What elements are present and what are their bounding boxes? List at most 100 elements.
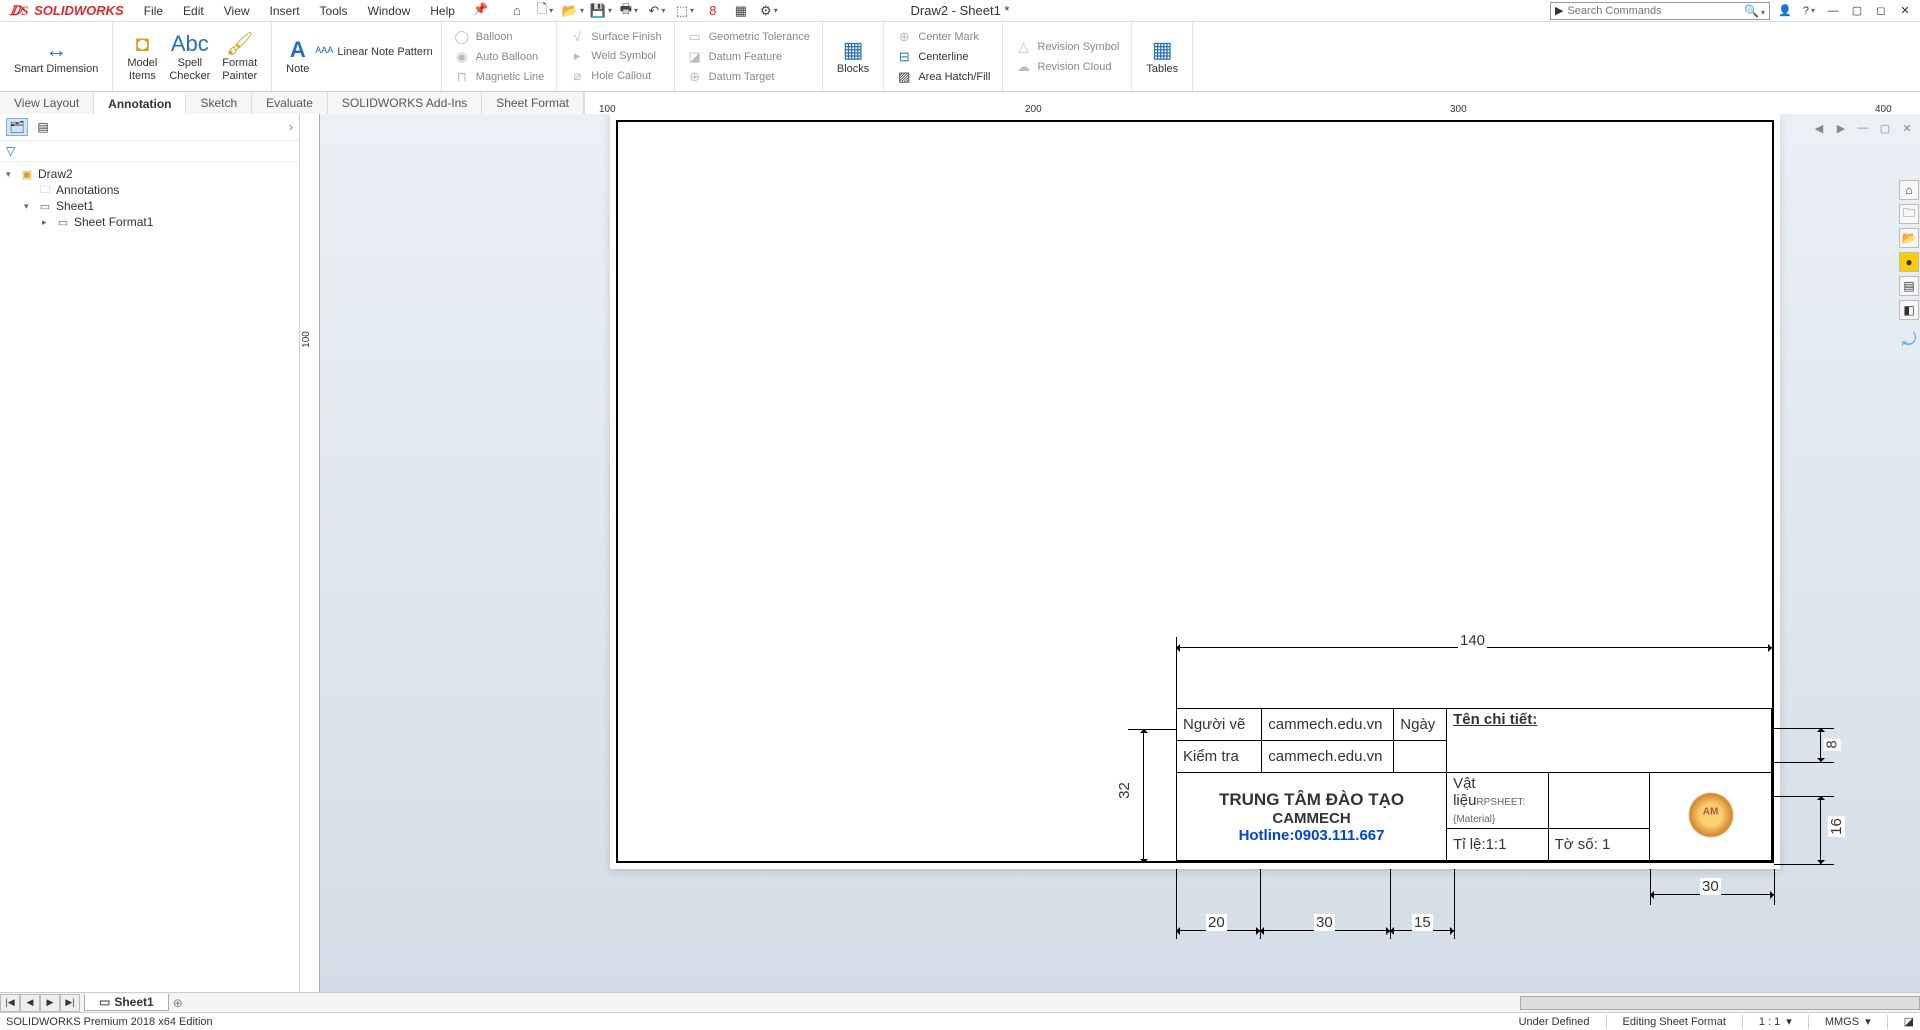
geotol-icon: ▭ (687, 29, 703, 45)
tab-addins[interactable]: SOLIDWORKS Add-Ins (328, 92, 482, 114)
revision-symbol-button[interactable]: △Revision Symbol (1015, 39, 1119, 55)
note-button[interactable]: A Note (280, 35, 315, 77)
tab-sheet-format[interactable]: Sheet Format (482, 92, 584, 114)
drawer-value-cell[interactable]: cammech.edu.vn (1262, 709, 1394, 741)
weld-symbol-button[interactable]: ▸Weld Symbol (569, 48, 661, 64)
menu-tools[interactable]: Tools (310, 2, 358, 20)
drawing-viewport[interactable]: 100 🔍 🔎 ↩ ✎ ⟳ ◧ ▫ 👁 ◐ ◀ ▶ — ▢ ✕ ⌂ 🗀 📂 ● … (300, 114, 1920, 992)
dim-8 (1820, 728, 1821, 762)
centerline-button[interactable]: ⊟Centerline (896, 49, 990, 65)
auto-balloon-button[interactable]: ◉Auto Balloon (454, 49, 545, 65)
hole-callout-button[interactable]: ⌀Hole Callout (569, 68, 661, 84)
model-items-button[interactable]: ◘ Model Items (121, 29, 163, 83)
menu-insert[interactable]: Insert (260, 2, 310, 20)
panel-tabs: 🗂 ▤ › (0, 114, 299, 141)
rebuild-icon[interactable]: 8 (704, 2, 722, 20)
sheet-prev-button[interactable]: ◀ (20, 994, 40, 1012)
pin-icon[interactable]: 📌 (473, 2, 488, 20)
tables-button[interactable]: ▦ Tables (1140, 35, 1184, 77)
table-icon: ▦ (1152, 37, 1173, 63)
linear-note-pattern-button[interactable]: ᴬᴬᴬ Linear Note Pattern (315, 44, 432, 59)
magnetic-line-button[interactable]: ⊓Magnetic Line (454, 69, 545, 85)
drawing-sheet[interactable]: 140 32 Người vẽ cammech.edu.vn Ngày Tên … (610, 114, 1780, 869)
tab-sketch[interactable]: Sketch (186, 92, 252, 114)
panel-expand-icon[interactable]: › (289, 120, 293, 134)
property-manager-tab-icon[interactable]: ▤ (32, 118, 54, 136)
center-mark-button[interactable]: ⊕Center Mark (896, 29, 990, 45)
search-input[interactable] (1567, 5, 1744, 17)
dimension-icon: ↔ (45, 37, 67, 63)
help-icon[interactable]: ? (1800, 3, 1818, 19)
spell-icon: Abc (171, 31, 209, 57)
status-scale[interactable]: 1 : 1 (1759, 1016, 1780, 1028)
feature-tree-tab-icon[interactable]: 🗂 (6, 118, 28, 136)
material-label: Vật liệu (1453, 775, 1476, 809)
user-icon[interactable]: 👤 (1776, 3, 1794, 19)
sheet-tab-1[interactable]: ▭Sheet1 (84, 994, 169, 1011)
main-area: 🗂 ▤ › ▽ ▾ ▣ Draw2 🗀 Annotations ▾ ▭ Shee… (0, 114, 1920, 992)
tab-annotation[interactable]: Annotation (94, 92, 186, 114)
restore-icon[interactable]: ▢ (1848, 3, 1866, 19)
horizontal-scrollbar[interactable] (1520, 996, 1920, 1010)
sheet-first-button[interactable]: |◀ (0, 994, 20, 1012)
new-icon[interactable]: 🗋 (536, 2, 554, 20)
revision-cloud-button[interactable]: ☁Revision Cloud (1015, 59, 1119, 75)
blocks-button[interactable]: ▦ Blocks (831, 35, 875, 77)
surface-finish-button[interactable]: √Surface Finish (569, 29, 661, 44)
save-icon[interactable]: 💾 (592, 2, 610, 20)
tab-view-layout[interactable]: View Layout (0, 92, 94, 114)
options-icon[interactable]: ⚙ (760, 2, 778, 20)
document-title: Draw2 - Sheet1 * (911, 3, 1010, 18)
tree-filter[interactable]: ▽ (0, 141, 299, 162)
format-painter-button[interactable]: 🖌 Format Painter (216, 29, 263, 83)
tree-sheet[interactable]: ▾ ▭ Sheet1 (6, 198, 293, 214)
geometric-tolerance-button[interactable]: ▭Geometric Tolerance (687, 29, 810, 45)
organization-cell: TRUNG TÂM ĐÀO TẠO CAMMECH Hotline:0903.1… (1177, 773, 1447, 861)
minimize-icon[interactable]: — (1824, 3, 1842, 19)
checker-value-cell[interactable]: cammech.edu.vn (1262, 741, 1394, 773)
tree-annotations[interactable]: 🗀 Annotations (6, 182, 293, 198)
feature-tree: ▾ ▣ Draw2 🗀 Annotations ▾ ▭ Sheet1 ▸ ▭ S… (0, 162, 299, 992)
detail-name-cell[interactable]: Tên chi tiết: (1453, 711, 1537, 728)
tab-evaluate[interactable]: Evaluate (252, 92, 328, 114)
feature-manager-panel: 🗂 ▤ › ▽ ▾ ▣ Draw2 🗀 Annotations ▾ ▭ Shee… (0, 114, 300, 992)
select-icon[interactable]: ⬚ (676, 2, 694, 20)
menu-window[interactable]: Window (358, 2, 421, 20)
maximize-icon[interactable]: ◻ (1872, 3, 1890, 19)
rebuild2-icon[interactable]: ▦ (732, 2, 750, 20)
vertical-ruler: 100 (300, 114, 320, 992)
auto-balloon-icon: ◉ (454, 49, 470, 65)
add-sheet-button[interactable]: ⊕ (173, 996, 183, 1010)
search-icon[interactable]: 🔍 (1744, 4, 1765, 18)
status-extra-icon[interactable]: ◪ (1904, 1015, 1914, 1028)
open-icon[interactable]: 📂 (564, 2, 582, 20)
rev-icon: △ (1015, 39, 1031, 55)
menu-edit[interactable]: Edit (173, 2, 214, 20)
status-units[interactable]: MMGS (1825, 1016, 1859, 1028)
title-block[interactable]: Người vẽ cammech.edu.vn Ngày Tên chi tiế… (1176, 708, 1772, 861)
balloon-button[interactable]: ◯Balloon (454, 29, 545, 45)
close-icon[interactable]: ✕ (1896, 3, 1914, 19)
menu-file[interactable]: File (134, 2, 173, 20)
sheet-next-button[interactable]: ▶ (40, 994, 60, 1012)
home-icon[interactable]: ⌂ (508, 2, 526, 20)
balloon-icon: ◯ (454, 29, 470, 45)
dim-16 (1820, 796, 1821, 864)
undo-icon[interactable]: ↶ (648, 2, 666, 20)
print-icon[interactable]: 🖶 (620, 2, 638, 20)
menu-help[interactable]: Help (420, 2, 465, 20)
tree-sheet-format[interactable]: ▸ ▭ Sheet Format1 (6, 214, 293, 230)
org-logo-cell (1650, 773, 1772, 861)
menu-view[interactable]: View (214, 2, 260, 20)
smart-dimension-button[interactable]: ↔ Smart Dimension (8, 35, 104, 77)
area-hatch-button[interactable]: ▨Area Hatch/Fill (896, 69, 990, 85)
search-commands[interactable]: ▶ 🔍 (1550, 2, 1770, 20)
spell-checker-button[interactable]: Abc Spell Checker (163, 29, 216, 83)
datum-target-button[interactable]: ⊕Datum Target (687, 69, 810, 85)
datum-feature-button[interactable]: ◪Datum Feature (687, 49, 810, 65)
centermark-icon: ⊕ (896, 29, 912, 45)
titlebar: ⅅS SOLIDWORKS File Edit View Insert Tool… (0, 0, 1920, 22)
sheet-last-button[interactable]: ▶| (60, 994, 80, 1012)
folder-icon: 🗀 (38, 183, 52, 197)
edition-label: SOLIDWORKS Premium 2018 x64 Edition (6, 1016, 213, 1028)
